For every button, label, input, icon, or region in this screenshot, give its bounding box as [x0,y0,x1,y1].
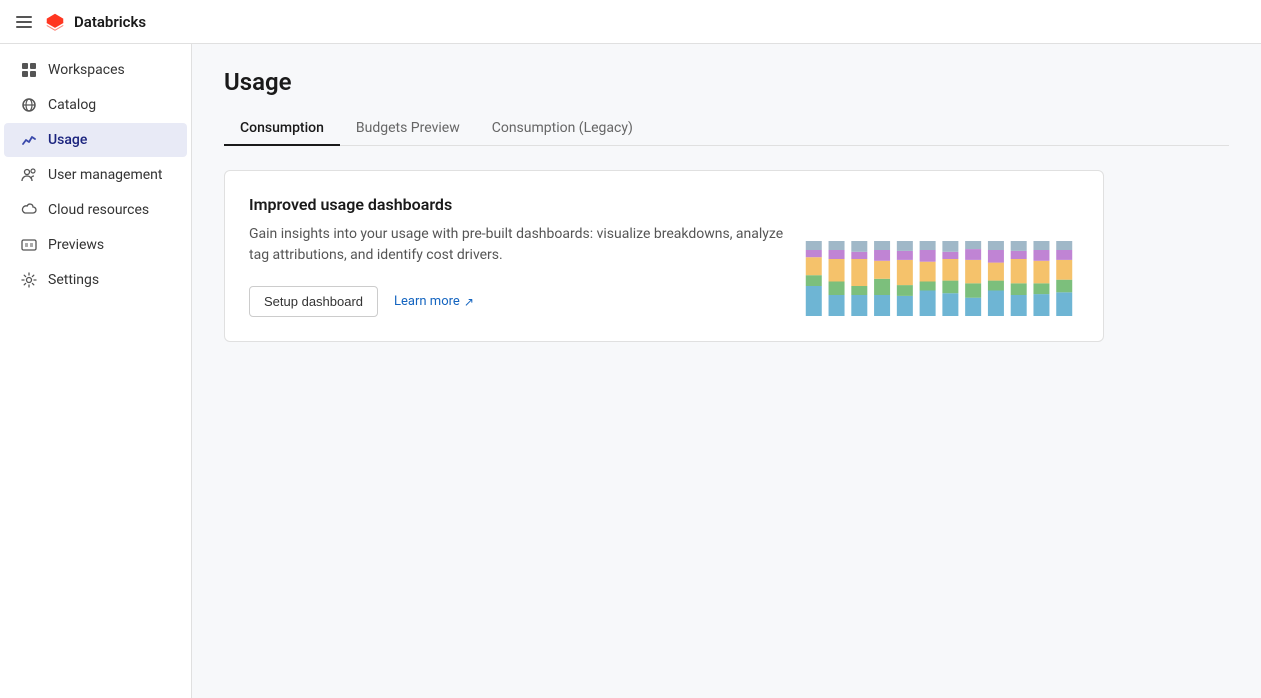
tab-budgets-preview[interactable]: Budgets Preview [340,112,476,146]
card-description: Gain insights into your usage with pre-b… [249,224,799,266]
sidebar-label-previews: Previews [48,237,104,253]
layout: Workspaces Catalog Usage [0,44,1261,698]
sidebar-item-usage[interactable]: Usage [4,123,187,157]
card-content: Improved usage dashboards Gain insights … [249,195,799,317]
sidebar-item-previews[interactable]: Previews [4,228,187,262]
card-actions: Setup dashboard Learn more ↗ [249,286,799,317]
page-title: Usage [224,68,1229,96]
settings-icon [20,271,38,289]
topbar: Databricks [0,0,1261,44]
databricks-logo [44,11,66,33]
brand-name: Databricks [74,13,146,31]
external-link-icon: ↗ [464,295,474,309]
usage-chart [799,196,1079,316]
info-card: Improved usage dashboards Gain insights … [224,170,1104,342]
user-management-icon [20,166,38,184]
chart-visualization [799,196,1079,316]
sidebar-item-settings[interactable]: Settings [4,263,187,297]
sidebar: Workspaces Catalog Usage [0,44,192,698]
sidebar-item-cloud-resources[interactable]: Cloud resources [4,193,187,227]
main-content: Usage Consumption Budgets Preview Consum… [192,44,1261,698]
sidebar-item-user-management[interactable]: User management [4,158,187,192]
sidebar-item-workspaces[interactable]: Workspaces [4,53,187,87]
tabs: Consumption Budgets Preview Consumption … [224,112,1229,146]
sidebar-label-cloud-resources: Cloud resources [48,202,149,218]
cloud-resources-icon [20,201,38,219]
setup-dashboard-button[interactable]: Setup dashboard [249,286,378,317]
card-title: Improved usage dashboards [249,195,799,214]
learn-more-link[interactable]: Learn more ↗ [394,294,474,309]
catalog-icon [20,96,38,114]
sidebar-label-catalog: Catalog [48,97,96,113]
workspaces-icon [20,61,38,79]
sidebar-item-catalog[interactable]: Catalog [4,88,187,122]
brand: Databricks [44,11,146,33]
previews-icon [20,236,38,254]
sidebar-label-settings: Settings [48,272,99,288]
usage-icon [20,131,38,149]
tab-consumption[interactable]: Consumption [224,112,340,146]
menu-toggle[interactable] [16,16,32,28]
tab-consumption-legacy[interactable]: Consumption (Legacy) [476,112,649,146]
learn-more-label: Learn more [394,294,460,309]
sidebar-label-user-management: User management [48,167,162,183]
sidebar-label-usage: Usage [48,132,87,148]
sidebar-label-workspaces: Workspaces [48,62,125,78]
